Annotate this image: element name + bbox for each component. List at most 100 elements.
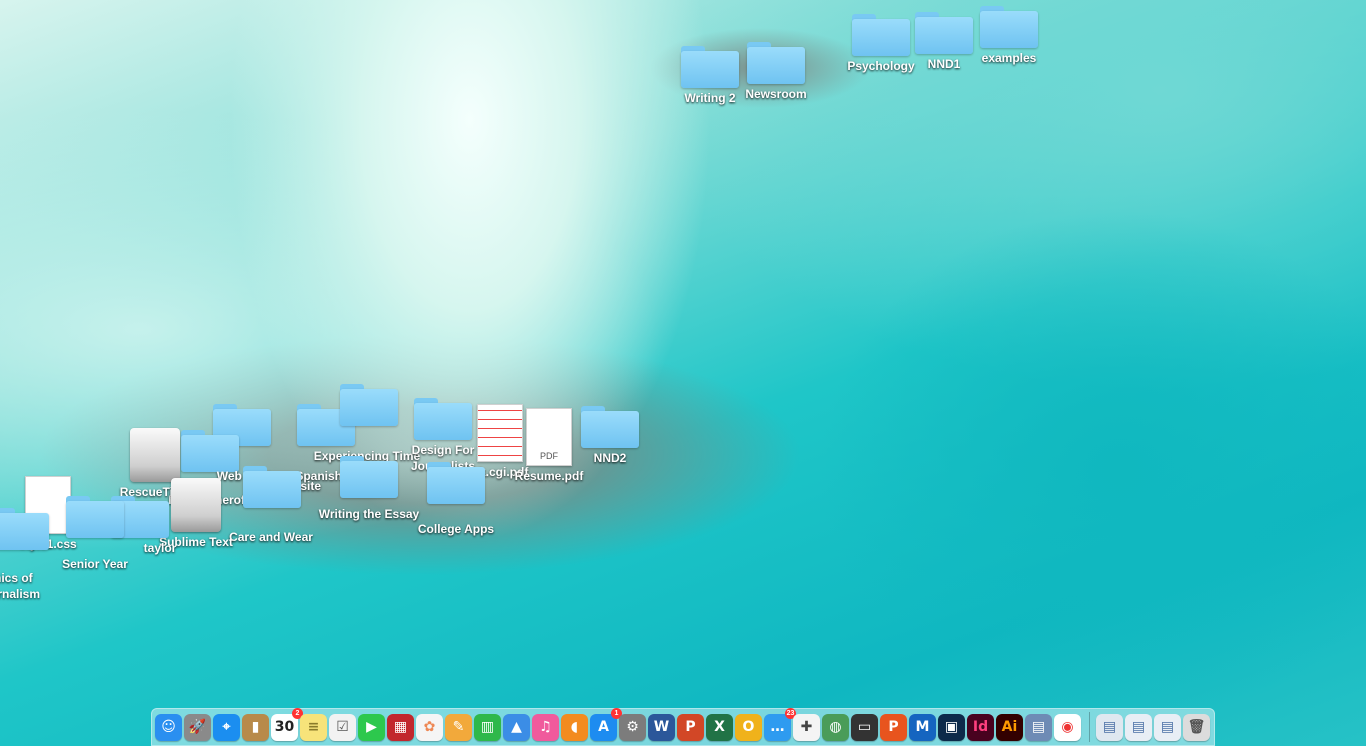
folder-examples[interactable]: examples [967, 6, 1051, 66]
folder-newsroom[interactable]: Newsroom [734, 42, 818, 102]
folder-icon [243, 466, 301, 508]
folder-writing-the-essay[interactable] [327, 456, 411, 498]
dock-glyph: ✚ [800, 719, 813, 735]
dock-glyph: ▣ [944, 719, 959, 735]
item-label: Resume.pdf [514, 469, 584, 483]
messenger-icon[interactable]: … 23 [764, 707, 796, 741]
item-label: taylor [143, 541, 177, 555]
dock-glyph: O [742, 719, 755, 735]
dock-glyph: ▥ [480, 719, 495, 735]
preview-icon[interactable]: ▤ [1025, 713, 1052, 741]
stack-screenshots-icon[interactable]: ▤ [1096, 713, 1123, 741]
folder-care-and-wear[interactable] [230, 466, 314, 508]
itunes-icon[interactable]: ♫ [532, 713, 559, 741]
dock-glyph: ⚙ [626, 719, 639, 735]
pages-icon[interactable]: ✎ [445, 713, 472, 741]
dock-glyph: P [888, 719, 899, 735]
dock-glyph: ✎ [452, 719, 465, 735]
facetime-icon[interactable]: ▶ [358, 713, 385, 741]
dock-glyph: P [685, 719, 696, 735]
terminal-icon[interactable]: ▭ [851, 713, 878, 741]
safari-icon[interactable]: ⌖ [213, 713, 240, 741]
dock-glyph: ▦ [393, 719, 408, 735]
item-label: thics of urnalism [0, 571, 41, 601]
dock-glyph: ▤ [1160, 719, 1175, 735]
folder-college-apps[interactable] [414, 462, 498, 504]
numbers-icon[interactable]: ▥ [474, 713, 501, 741]
item-label: NND2 [593, 451, 627, 465]
dock-glyph: M [915, 719, 930, 735]
indesign-icon[interactable]: Id [967, 713, 994, 741]
photo-booth-icon[interactable]: ▦ [387, 713, 414, 741]
folder-icon [0, 508, 49, 550]
dock-glyph: ⌖ [222, 719, 231, 735]
item-label: Senior Year [62, 557, 128, 571]
illustrator-icon[interactable]: Ai [996, 713, 1023, 741]
app-store-icon[interactable]: A1 [590, 707, 622, 741]
word-icon[interactable]: W [648, 713, 675, 741]
dock-glyph: ☑ [336, 719, 349, 735]
dock-glyph: ▭ [857, 719, 872, 735]
folder-nnd2[interactable]: NND2 [568, 406, 652, 466]
system-preferences-icon[interactable]: ⚙ [619, 713, 646, 741]
dock-glyph: W [653, 719, 670, 735]
contacts-icon[interactable]: ▮ [242, 713, 269, 741]
finder-icon[interactable]: ☺ [155, 713, 182, 741]
dock-glyph: ♫ [539, 719, 552, 735]
college-apps-label-wrap: College Apps [404, 519, 508, 537]
folder-ethics-of-journalism[interactable]: thics of urnalism [0, 508, 60, 602]
dock-glyph: ◉ [1061, 719, 1074, 735]
dock-glyph: ☺ [161, 719, 176, 735]
folder-icon [681, 46, 739, 88]
folder-icon [980, 6, 1038, 48]
item-label: Newsroom [745, 87, 807, 101]
folder-icon [581, 406, 639, 448]
dock-glyph: Ai [1001, 719, 1018, 735]
excel-icon[interactable]: X [706, 713, 733, 741]
powerpoint-alt-icon[interactable]: P [880, 713, 907, 741]
drive-icon [130, 428, 180, 482]
folder-icon [747, 42, 805, 84]
photos-icon[interactable]: ✿ [416, 713, 443, 741]
dock-glyph: 30 [274, 719, 295, 735]
dock-glyph: 🚀 [188, 719, 207, 735]
dock-glyph: ▤ [1031, 719, 1046, 735]
folder-senior-year[interactable]: Senior Year [53, 496, 137, 572]
item-label: examples [981, 51, 1037, 65]
powerpoint-icon[interactable]: P [677, 713, 704, 741]
launchpad-icon[interactable]: 🚀 [184, 713, 211, 741]
dock-glyph: 🗑 [1187, 719, 1206, 735]
first-aid-icon[interactable]: ✚ [793, 713, 820, 741]
calendar-icon[interactable]: 30 2 [271, 707, 303, 741]
keynote-icon[interactable]: ▲ [503, 713, 530, 741]
dock-glyph: Id [972, 719, 989, 735]
folder-experiencing-time[interactable] [327, 384, 411, 426]
globe-icon[interactable]: ◍ [822, 713, 849, 741]
pdf-tag: PDF [540, 451, 558, 461]
window-icon[interactable]: ▣ [938, 713, 965, 741]
dock-glyph: X [714, 719, 725, 735]
stack-documents-icon[interactable]: ▤ [1125, 713, 1152, 741]
dock: ☺ 🚀 ⌖ ▮ 30 2 ≡ ☑ ▶ ▦ ✿ ✎ ▥ ▲ ♫ ◖ A 1 ⚙ W P X O… 23 ✚ ◍ ▭ P M ▣ Id Ai ▤ ◉ ▤… [151, 707, 1215, 746]
dock-glyph: ▶ [366, 719, 377, 735]
dock-glyph: ◍ [829, 719, 842, 735]
outlook-icon[interactable]: O [735, 713, 762, 741]
dock-glyph: ▤ [1102, 719, 1117, 735]
dock-glyph: … [770, 719, 785, 735]
trash-icon[interactable]: 🗑 [1183, 713, 1210, 741]
dock-glyph: ▤ [1131, 719, 1146, 735]
folder-icon [427, 462, 485, 504]
stack-downloads-icon[interactable]: ▤ [1154, 713, 1181, 741]
dock-glyph: A [598, 719, 609, 735]
folder-icon [915, 12, 973, 54]
pdf-icon: PDF [526, 408, 572, 466]
dock-glyph: ◖ [570, 719, 579, 735]
notes-icon[interactable]: ≡ [300, 713, 327, 741]
malwarebytes-icon[interactable]: M [909, 713, 936, 741]
chrome-icon[interactable]: ◉ [1054, 713, 1081, 741]
folder-icon [340, 456, 398, 498]
reminders-icon[interactable]: ☑ [329, 713, 356, 741]
dock-glyph: ▲ [511, 719, 522, 735]
ibooks-icon[interactable]: ◖ [561, 713, 588, 741]
dock-glyph: ≡ [307, 719, 320, 735]
